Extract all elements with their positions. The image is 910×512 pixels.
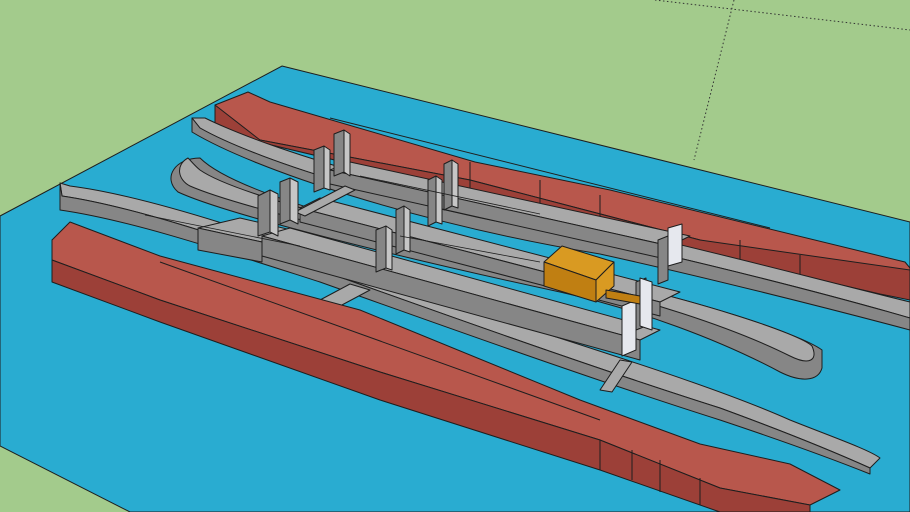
3d-model-viewport[interactable] <box>0 0 910 512</box>
